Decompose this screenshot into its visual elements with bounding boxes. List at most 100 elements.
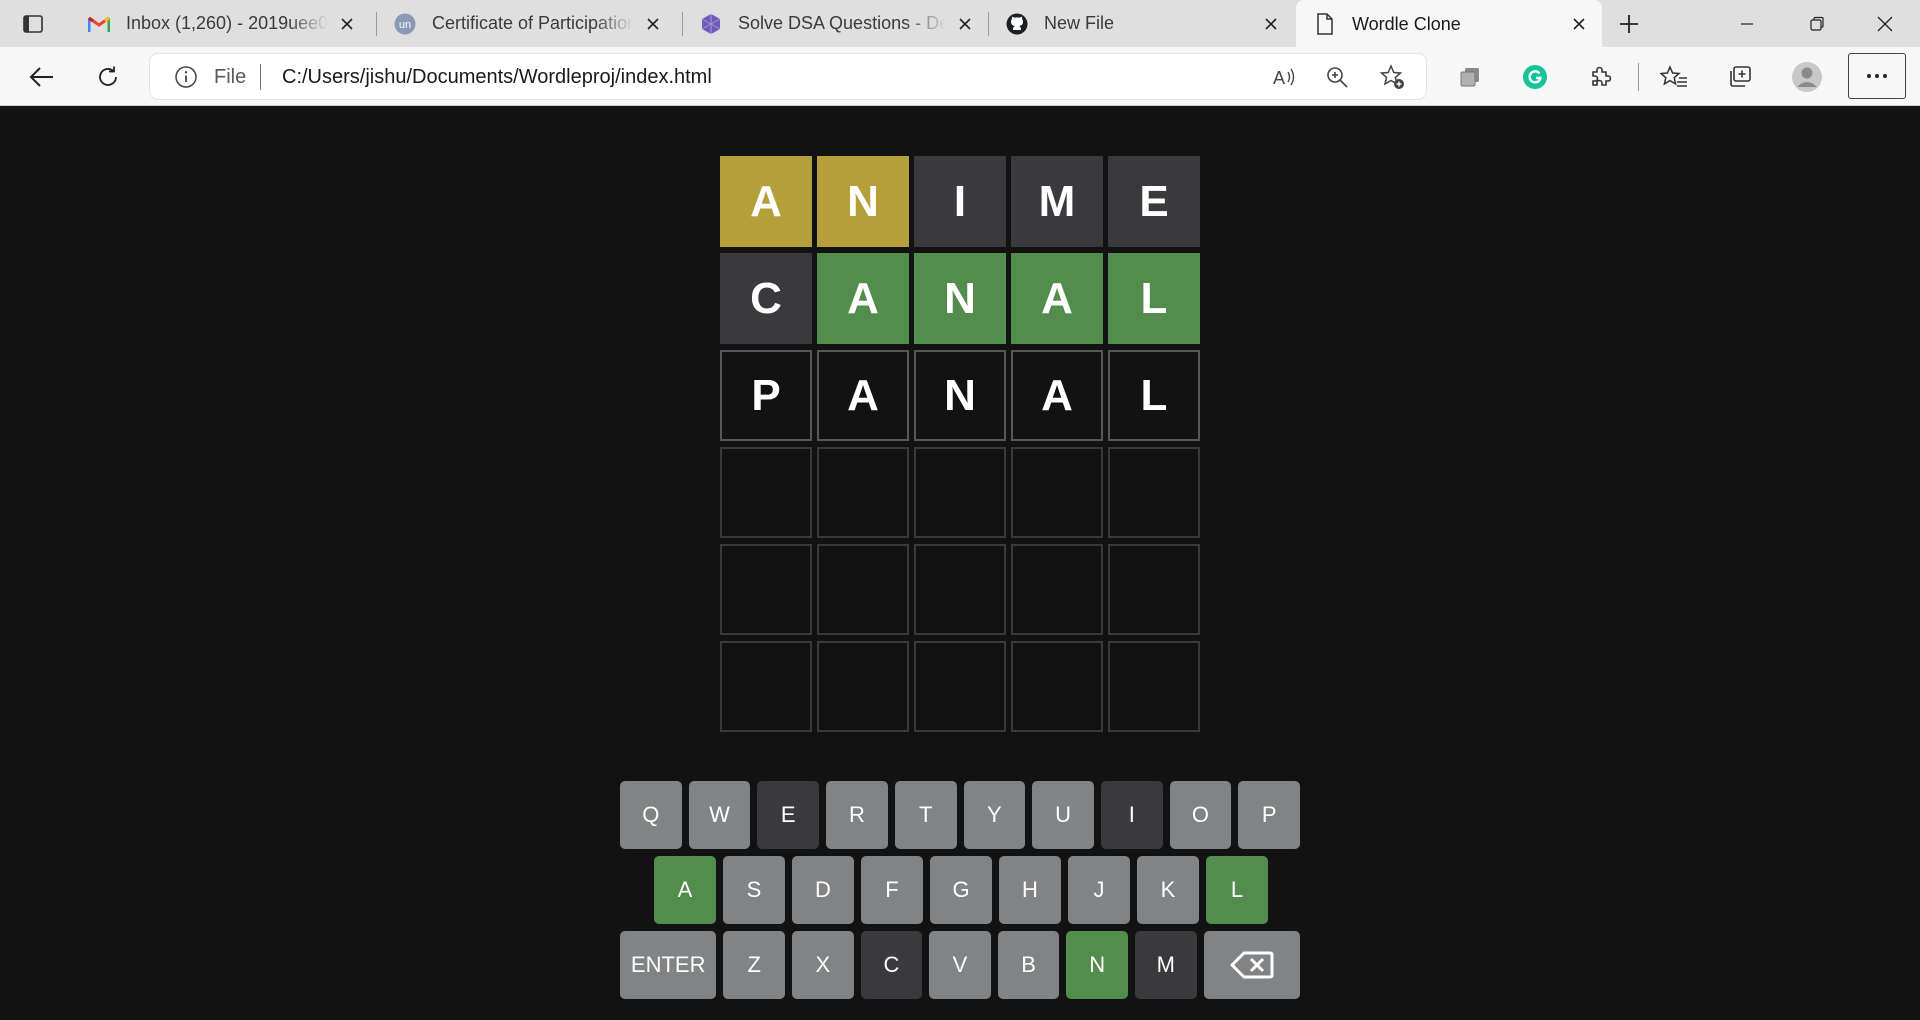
letter-tile: [720, 447, 812, 538]
close-tab-icon[interactable]: [642, 13, 664, 35]
keyboard-row: ASDFGHJKL: [620, 856, 1300, 924]
settings-menu-icon[interactable]: [1848, 53, 1906, 99]
tab-dsa[interactable]: Solve DSA Questions - Design Patterns: [682, 0, 988, 47]
enter-key[interactable]: ENTER: [620, 931, 717, 999]
key-w[interactable]: W: [688, 781, 751, 849]
close-tab-icon[interactable]: [336, 13, 358, 35]
letter-tile: L: [1108, 253, 1200, 344]
toolbar-divider: [1638, 63, 1639, 91]
url-text[interactable]: C:/Users/jishu/Documents/Wordleproj/inde…: [282, 66, 712, 89]
letter-tile: A: [720, 156, 812, 247]
favorites-icon[interactable]: [1654, 57, 1694, 97]
collections-icon[interactable]: [1720, 57, 1760, 97]
key-r[interactable]: R: [826, 781, 888, 849]
letter-tile: N: [817, 156, 909, 247]
key-i[interactable]: I: [1100, 781, 1163, 849]
keyboard-row: QWERTYUIOP: [620, 781, 1301, 849]
letter-tile: E: [1108, 156, 1200, 247]
key-z[interactable]: Z: [723, 931, 785, 999]
keyboard-row: ENTER Z X C V B N M: [620, 931, 1301, 999]
letter-tile: P: [720, 350, 812, 441]
url-scheme-label: File: [214, 66, 247, 88]
key-k[interactable]: K: [1137, 856, 1199, 924]
read-aloud-icon[interactable]: A: [1270, 63, 1298, 91]
key-d[interactable]: D: [792, 856, 854, 924]
backspace-key[interactable]: [1203, 931, 1301, 999]
tab-certificate[interactable]: un Certificate of Participation: [376, 0, 676, 47]
key-q[interactable]: Q: [620, 781, 682, 849]
close-tab-icon[interactable]: [1568, 13, 1590, 35]
grammarly-icon[interactable]: [1515, 57, 1555, 97]
tab-wordle-clone[interactable]: Wordle Clone: [1296, 0, 1602, 48]
key-c[interactable]: C: [860, 931, 923, 999]
extensions-icon[interactable]: [1581, 57, 1621, 97]
profile-avatar-icon[interactable]: [1787, 57, 1827, 97]
key-l[interactable]: L: [1206, 856, 1268, 924]
key-x[interactable]: X: [791, 931, 854, 999]
tab-actions-icon[interactable]: [1450, 57, 1490, 97]
close-tab-icon[interactable]: [954, 13, 976, 35]
letter-tile: [914, 447, 1006, 538]
info-icon[interactable]: [174, 65, 198, 89]
gmail-icon: [88, 13, 110, 35]
zoom-icon[interactable]: [1323, 63, 1351, 91]
address-bar[interactable]: File C:/Users/jishu/Documents/Wordleproj…: [150, 54, 1426, 99]
tab-strip: Inbox (1,260) - 2019uee0144@iitjammu.ac.…: [0, 0, 1920, 48]
key-p[interactable]: P: [1238, 781, 1301, 849]
key-t[interactable]: T: [894, 781, 957, 849]
letter-tile: [720, 641, 812, 732]
board-row: [720, 447, 1200, 538]
key-a[interactable]: A: [654, 856, 716, 924]
key-n[interactable]: N: [1066, 931, 1129, 999]
browser-toolbar: File C:/Users/jishu/Documents/Wordleproj…: [0, 47, 1920, 106]
board-row: ANIME: [720, 156, 1200, 247]
letter-tile: I: [914, 156, 1006, 247]
letter-tile: N: [914, 350, 1006, 441]
letter-tile: M: [1011, 156, 1103, 247]
tab-title: Solve DSA Questions - Design Patterns: [738, 13, 946, 33]
tab-title: Certificate of Participation: [432, 13, 634, 33]
key-e[interactable]: E: [757, 781, 820, 849]
add-favorite-icon[interactable]: [1378, 63, 1406, 91]
new-tab-icon[interactable]: [1614, 9, 1644, 39]
board-row: [720, 641, 1200, 732]
board-row: PANAL: [720, 350, 1200, 441]
key-f[interactable]: F: [861, 856, 923, 924]
minimize-icon[interactable]: [1712, 0, 1782, 47]
dsa-icon: [700, 13, 722, 35]
key-v[interactable]: V: [929, 931, 991, 999]
tab-gmail[interactable]: Inbox (1,260) - 2019uee0144@iitjammu.ac.…: [70, 0, 370, 47]
key-b[interactable]: B: [997, 931, 1060, 999]
key-u[interactable]: U: [1032, 781, 1094, 849]
key-h[interactable]: H: [999, 856, 1061, 924]
letter-tile: A: [817, 253, 909, 344]
tab-new-file[interactable]: New File: [988, 0, 1294, 47]
github-icon: [1006, 13, 1028, 35]
letter-tile: [1108, 544, 1200, 635]
game-board: ANIMECANALPANAL: [720, 156, 1200, 738]
restore-icon[interactable]: [1782, 0, 1852, 47]
refresh-icon[interactable]: [88, 57, 128, 97]
tab-title: New File: [1044, 13, 1115, 33]
tab-actions-icon[interactable]: [18, 9, 48, 39]
svg-text:un: un: [399, 19, 411, 31]
key-j[interactable]: J: [1068, 856, 1130, 924]
key-m[interactable]: M: [1135, 931, 1197, 999]
key-s[interactable]: S: [723, 856, 785, 924]
address-divider: [260, 64, 261, 90]
letter-tile: [1108, 447, 1200, 538]
key-o[interactable]: O: [1169, 781, 1232, 849]
tab-title: Inbox (1,260) - 2019uee0144@iitjammu.ac.…: [126, 13, 328, 33]
letter-tile: A: [817, 350, 909, 441]
key-g[interactable]: G: [930, 856, 992, 924]
letter-tile: [914, 544, 1006, 635]
close-tab-icon[interactable]: [1260, 13, 1282, 35]
letter-tile: [1011, 447, 1103, 538]
back-arrow-icon[interactable]: [22, 57, 62, 97]
key-y[interactable]: Y: [963, 781, 1026, 849]
close-window-icon[interactable]: [1850, 0, 1920, 47]
letter-tile: [1011, 544, 1103, 635]
letter-tile: [914, 641, 1006, 732]
unstop-icon: un: [394, 13, 416, 35]
svg-text:A: A: [1273, 68, 1285, 88]
